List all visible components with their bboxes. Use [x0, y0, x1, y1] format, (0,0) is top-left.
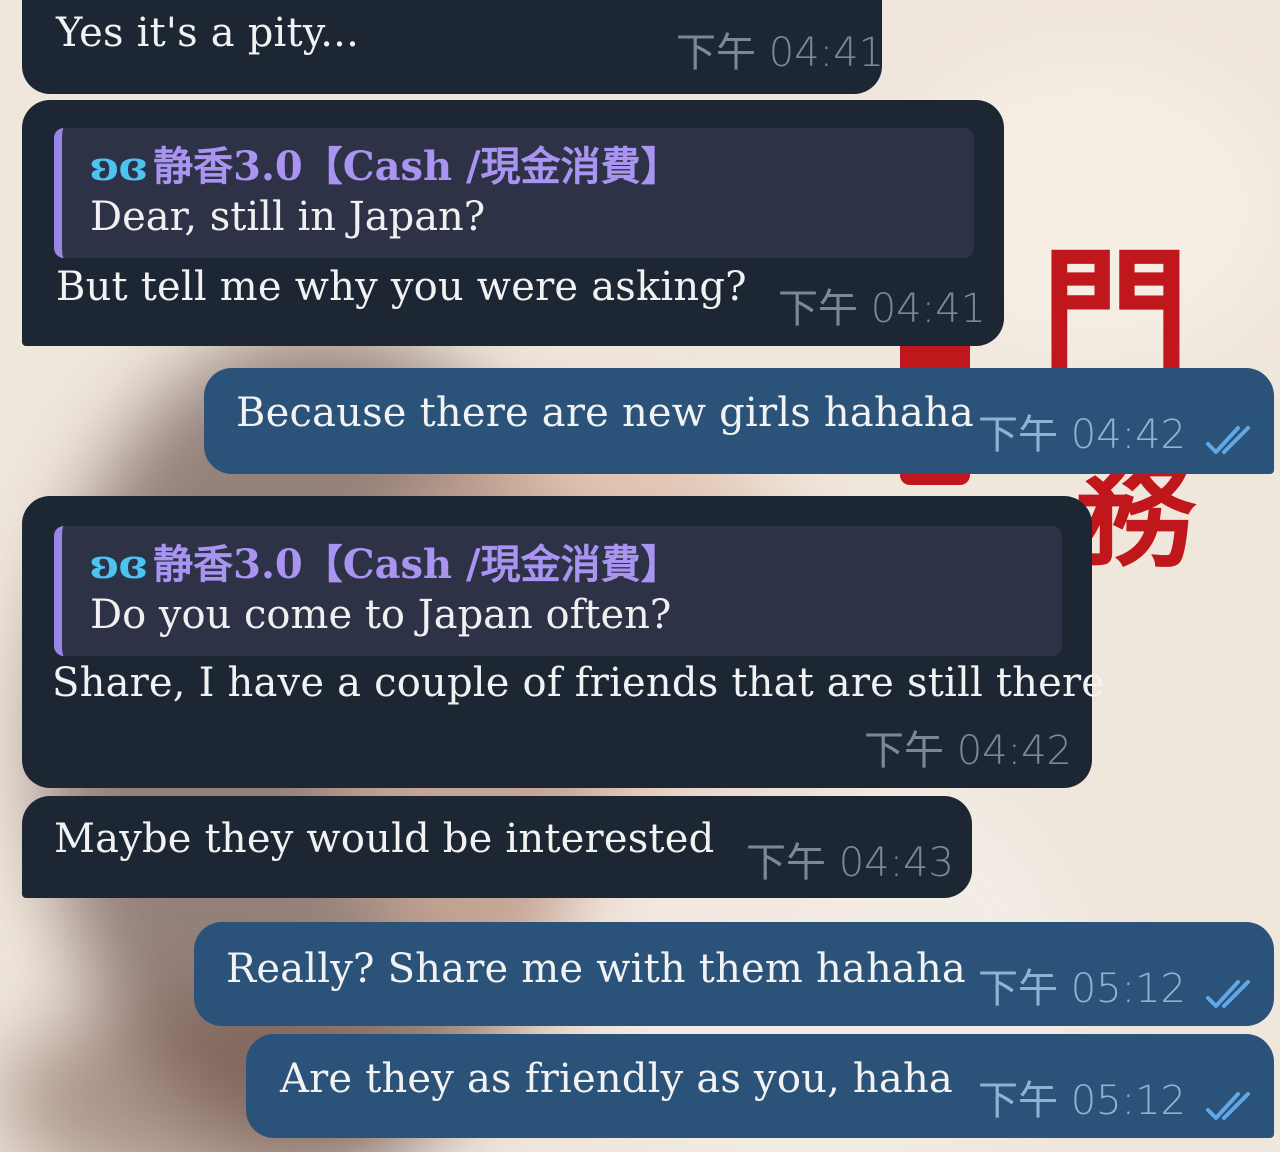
- double-check-icon: [1206, 1092, 1250, 1120]
- message-text: Are they as friendly as you, haha: [280, 1056, 953, 1102]
- message-timestamp: 下午 05:12: [978, 966, 1186, 1012]
- reply-preview[interactable]: ʚɞ 静香3.0【Cash /現金消費】 Dear, still in Japan…: [54, 128, 974, 258]
- double-check-icon: [1206, 426, 1250, 454]
- message-bubble-incoming[interactable]: ʚɞ 静香3.0【Cash /現金消費】 Do you come to Japan…: [22, 496, 1105, 788]
- reply-sender: ʚɞ 静香3.0【Cash /現金消費】: [90, 541, 681, 588]
- message-text: Yes it's a pity...: [56, 10, 360, 56]
- message-bubble-outgoing[interactable]: Because there are new girls hahaha 下午 04…: [204, 368, 1274, 474]
- message-timestamp: 下午 05:12: [978, 1078, 1186, 1124]
- message-text: Maybe they would be interested: [54, 816, 715, 862]
- message-text: Really? Share me with them hahaha: [226, 946, 966, 992]
- reply-quote: Dear, still in Japan?: [90, 194, 486, 240]
- message-text: Share, I have a couple of friends that a…: [52, 660, 1106, 706]
- reply-quote: Do you come to Japan often?: [90, 592, 672, 638]
- message-bubble-incoming[interactable]: ʚɞ 静香3.0【Cash /現金消費】 Dear, still in Japan…: [22, 100, 1004, 346]
- message-bubble-incoming[interactable]: Yes it's a pity... 下午 04:41: [22, 0, 884, 94]
- message-bubble-outgoing[interactable]: Are they as friendly as you, haha 下午 05:…: [246, 1034, 1274, 1138]
- double-check-icon: [1206, 980, 1250, 1008]
- message-timestamp: 下午 04:42: [978, 412, 1186, 458]
- message-bubble-incoming[interactable]: Maybe they would be interested 下午 04:43: [22, 796, 972, 898]
- butterfly-icon: ʚɞ: [90, 541, 148, 588]
- message-bubble-outgoing[interactable]: Really? Share me with them hahaha 下午 05:…: [194, 922, 1274, 1026]
- butterfly-icon: ʚɞ: [90, 143, 148, 190]
- message-timestamp: 下午 04:43: [746, 840, 954, 886]
- message-timestamp: 下午 04:41: [676, 30, 884, 76]
- reply-preview[interactable]: ʚɞ 静香3.0【Cash /現金消費】 Do you come to Japan…: [54, 526, 1062, 656]
- message-text: Because there are new girls hahaha: [236, 390, 974, 436]
- reply-sender: ʚɞ 静香3.0【Cash /現金消費】: [90, 143, 681, 190]
- message-text: But tell me why you were asking?: [56, 264, 747, 310]
- message-timestamp: 下午 04:41: [778, 286, 986, 332]
- message-timestamp: 下午 04:42: [864, 728, 1072, 774]
